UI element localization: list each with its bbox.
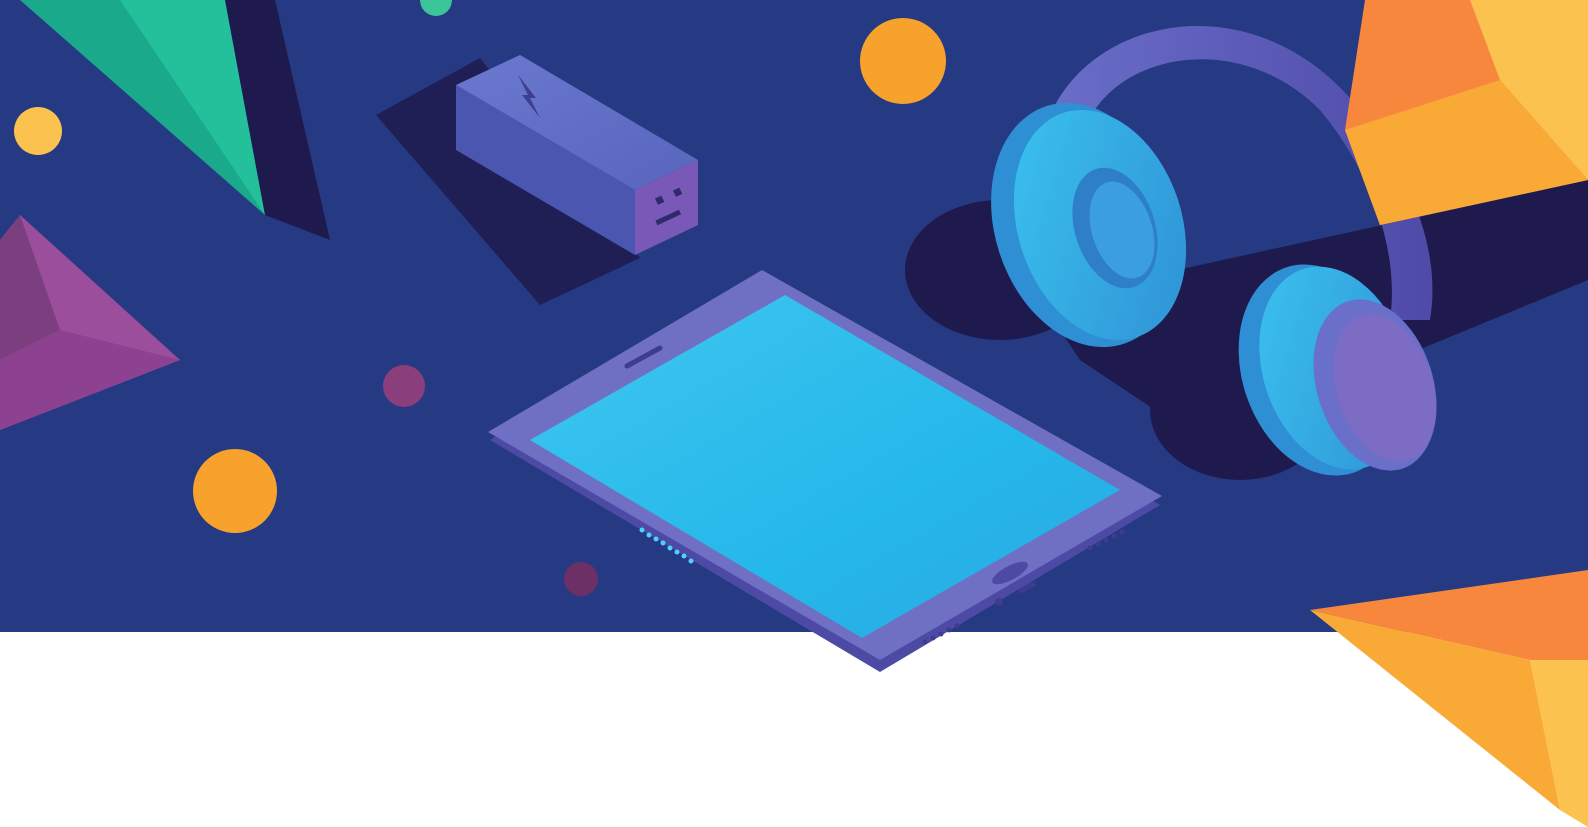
orange-dot-left bbox=[193, 449, 277, 533]
orange-dot-top bbox=[860, 18, 946, 104]
hero-illustration bbox=[0, 0, 1588, 827]
illustration-canvas bbox=[0, 0, 1588, 827]
orange-crystal-bottom bbox=[1310, 570, 1588, 827]
plum-dot-large bbox=[383, 365, 425, 407]
yellow-dot bbox=[14, 107, 62, 155]
plum-dot-small bbox=[564, 562, 598, 596]
